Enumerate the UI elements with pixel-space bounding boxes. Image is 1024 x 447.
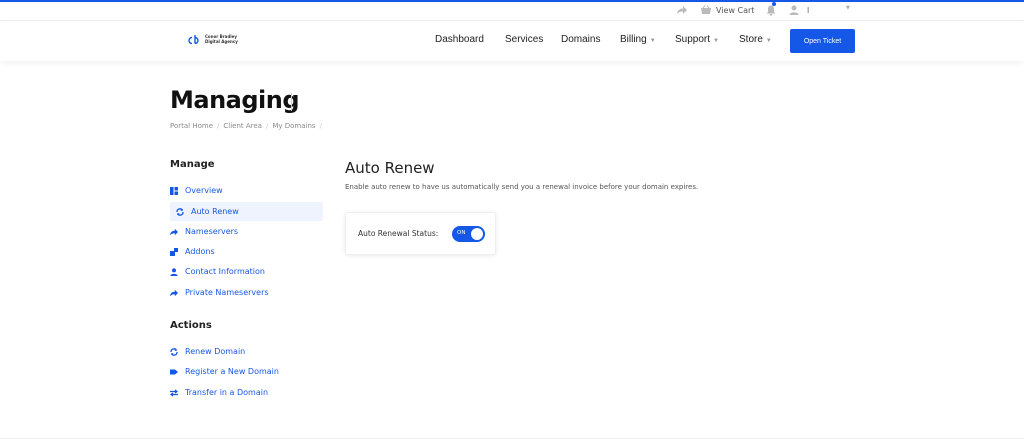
sidebar-item-label: Overview — [185, 186, 223, 195]
auto-renew-toggle[interactable]: ON — [452, 226, 485, 242]
user-name: l — [807, 5, 810, 15]
logo-line-2: Digital Agency — [205, 39, 238, 44]
open-ticket-button[interactable]: Open Ticket — [790, 29, 855, 53]
chevron-down-icon: ▼ — [649, 38, 656, 44]
toggle-knob — [471, 228, 483, 240]
toggle-state-label: ON — [457, 230, 466, 236]
breadcrumb-separator: / — [217, 122, 220, 130]
sidebar-item-auto-renew[interactable]: Auto Renew — [170, 202, 323, 221]
sidebar-item-nameservers[interactable]: Nameservers — [170, 222, 238, 241]
sidebar-item-private-nameservers[interactable]: Private Nameservers — [170, 283, 269, 302]
sidebar-item-register-domain[interactable]: Register a New Domain — [170, 362, 279, 381]
chevron-down-icon[interactable]: ▼ — [846, 5, 850, 11]
nav-support-label: Support — [675, 34, 711, 45]
dashboard-icon — [170, 186, 178, 195]
title-cursor — [291, 93, 292, 111]
breadcrumb-client-area[interactable]: Client Area — [223, 122, 262, 130]
cubes-icon — [170, 247, 178, 256]
auto-renew-card: Auto Renewal Status: ON — [345, 212, 496, 255]
actions-heading: Actions — [170, 320, 212, 331]
sidebar-item-label: Transfer in a Domain — [185, 388, 269, 397]
nav-billing-label: Billing — [620, 34, 647, 45]
sidebar-item-addons[interactable]: Addons — [170, 242, 215, 261]
nav-store[interactable]: Store ▼ — [739, 34, 772, 45]
breadcrumb-portal-home[interactable]: Portal Home — [170, 122, 213, 130]
breadcrumb-separator: / — [265, 122, 269, 130]
basket-icon — [701, 5, 711, 14]
user-icon — [789, 5, 799, 15]
manage-heading: Manage — [170, 159, 215, 170]
sidebar-item-contact-information[interactable]: Contact Information — [170, 262, 265, 281]
top-utility-bar: View Cart l ▼ — [0, 0, 1024, 20]
nav-dashboard[interactable]: Dashboard — [435, 34, 484, 45]
chevron-down-icon: ▼ — [713, 38, 719, 44]
breadcrumb-my-domains[interactable]: My Domains — [272, 122, 315, 130]
main-navbar: Conor Bradley Digital Agency Dashboard S… — [0, 20, 1024, 61]
sidebar-item-label: Contact Information — [185, 267, 265, 276]
nav-domains[interactable]: Domains — [561, 34, 600, 45]
sidebar-item-label: Nameservers — [185, 227, 239, 236]
sidebar-item-label: Renew Domain — [185, 347, 246, 356]
share-arrow-icon — [170, 228, 178, 235]
bell-icon[interactable] — [766, 5, 776, 16]
user-icon — [170, 267, 178, 276]
view-cart-link[interactable]: View Cart — [700, 5, 754, 15]
chevron-down-icon: ▼ — [765, 38, 772, 44]
sidebar-item-overview[interactable]: Overview — [170, 181, 223, 200]
sidebar-item-renew-domain[interactable]: Renew Domain — [170, 342, 245, 361]
sidebar-item-transfer-domain[interactable]: Transfer in a Domain — [170, 383, 268, 402]
sidebar-item-label: Addons — [185, 247, 215, 256]
sidebar-item-label: Private Nameservers — [185, 288, 269, 297]
sidebar-item-label: Register a New Domain — [185, 367, 279, 376]
page-title: Managing — [170, 86, 300, 114]
nav-support[interactable]: Support ▼ — [675, 34, 719, 45]
share-icon[interactable] — [677, 5, 687, 15]
logo-text: Conor Bradley Digital Agency — [205, 34, 238, 44]
nav-services[interactable]: Services — [505, 34, 543, 45]
breadcrumb-separator: / — [319, 122, 322, 130]
breadcrumb: Portal Home / Client Area / My Domains / — [170, 122, 322, 130]
section-description: Enable auto renew to have us automatical… — [345, 183, 699, 191]
tag-icon — [170, 369, 178, 374]
sync-icon — [170, 347, 178, 356]
brand-logo[interactable]: Conor Bradley Digital Agency — [188, 34, 238, 44]
footer-divider — [0, 438, 1024, 439]
section-heading: Auto Renew — [345, 159, 435, 177]
nav-billing[interactable]: Billing ▼ — [620, 34, 656, 45]
sync-icon — [176, 207, 184, 216]
nav-store-label: Store — [739, 34, 763, 45]
user-menu[interactable]: l — [789, 5, 809, 15]
exchange-icon — [170, 389, 178, 396]
logo-icon — [188, 35, 199, 44]
view-cart-label: View Cart — [716, 5, 755, 15]
sidebar-item-label: Auto Renew — [191, 207, 239, 216]
auto-renew-status-label: Auto Renewal Status: — [358, 229, 439, 238]
share-arrow-icon — [170, 289, 178, 296]
